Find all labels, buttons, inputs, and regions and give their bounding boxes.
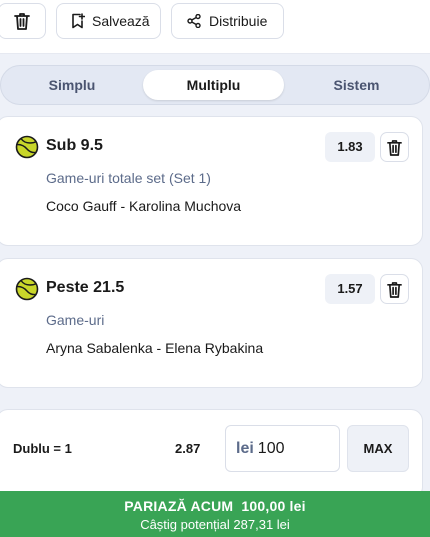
place-bet-label: PARIAZĂ ACUM 100,00 lei (124, 498, 306, 514)
bet-type-tabs: Simplu Multiplu Sistem (0, 65, 430, 105)
selection-match: Coco Gauff - Karolina Muchova (46, 198, 242, 214)
tab-sistem[interactable]: Sistem (286, 70, 427, 100)
share-label: Distribuie (209, 13, 268, 29)
save-label: Salvează (92, 13, 150, 29)
selection-market: Game-uri totale set (Set 1) (46, 170, 211, 186)
bookmark-icon (72, 13, 85, 29)
selection-odds: 1.57 (325, 274, 375, 304)
place-bet-button[interactable]: PARIAZĂ ACUM 100,00 lei Câștig potențial… (0, 491, 430, 537)
stake-amount-input[interactable]: lei 100 (225, 425, 340, 472)
save-button[interactable]: Salvează (56, 3, 161, 39)
bet-slip-toolbar: Salvează Distribuie (0, 0, 430, 54)
selection-odds: 1.83 (325, 132, 375, 162)
share-button[interactable]: Distribuie (171, 3, 284, 39)
max-stake-button[interactable]: MAX (347, 425, 409, 472)
selection-card: Sub 9.5 1.83 Game-uri totale set (Set 1)… (0, 116, 423, 246)
currency-label: lei (236, 439, 254, 457)
total-odds: 2.87 (175, 441, 201, 456)
delete-all-button[interactable] (0, 3, 46, 39)
selection-market: Game-uri (46, 312, 105, 328)
trash-icon (387, 281, 402, 298)
tennis-ball-icon (15, 277, 39, 301)
trash-icon (387, 139, 402, 156)
remove-selection-button[interactable] (380, 132, 409, 162)
selection-card: Peste 21.5 1.57 Game-uri Aryna Sabalenka… (0, 258, 423, 388)
stake-amount-value: 100 (257, 439, 285, 457)
tennis-ball-icon (15, 135, 39, 159)
remove-selection-button[interactable] (380, 274, 409, 304)
selection-match: Aryna Sabalenka - Elena Rybakina (46, 340, 264, 356)
potential-win-label: Câștig potențial 287,31 lei (140, 517, 290, 532)
tab-simplu[interactable]: Simplu (3, 70, 141, 100)
stake-panel: Dublu = 1 2.87 lei 100 MAX (0, 409, 423, 499)
trash-icon (14, 13, 30, 30)
bet-type-label: Dublu = 1 (13, 441, 72, 456)
selection-title: Peste 21.5 (46, 279, 125, 296)
selection-title: Sub 9.5 (46, 137, 103, 154)
tab-multiplu[interactable]: Multiplu (143, 70, 284, 100)
share-icon (187, 14, 201, 28)
